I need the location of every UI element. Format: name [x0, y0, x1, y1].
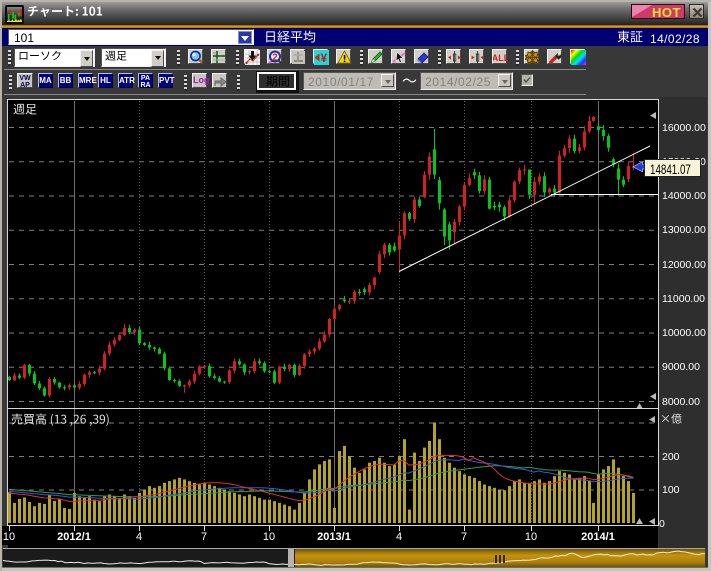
- svg-text:2: 2: [272, 53, 278, 64]
- svg-text:ALL: ALL: [493, 53, 508, 63]
- svg-text:¥: ¥: [320, 51, 327, 65]
